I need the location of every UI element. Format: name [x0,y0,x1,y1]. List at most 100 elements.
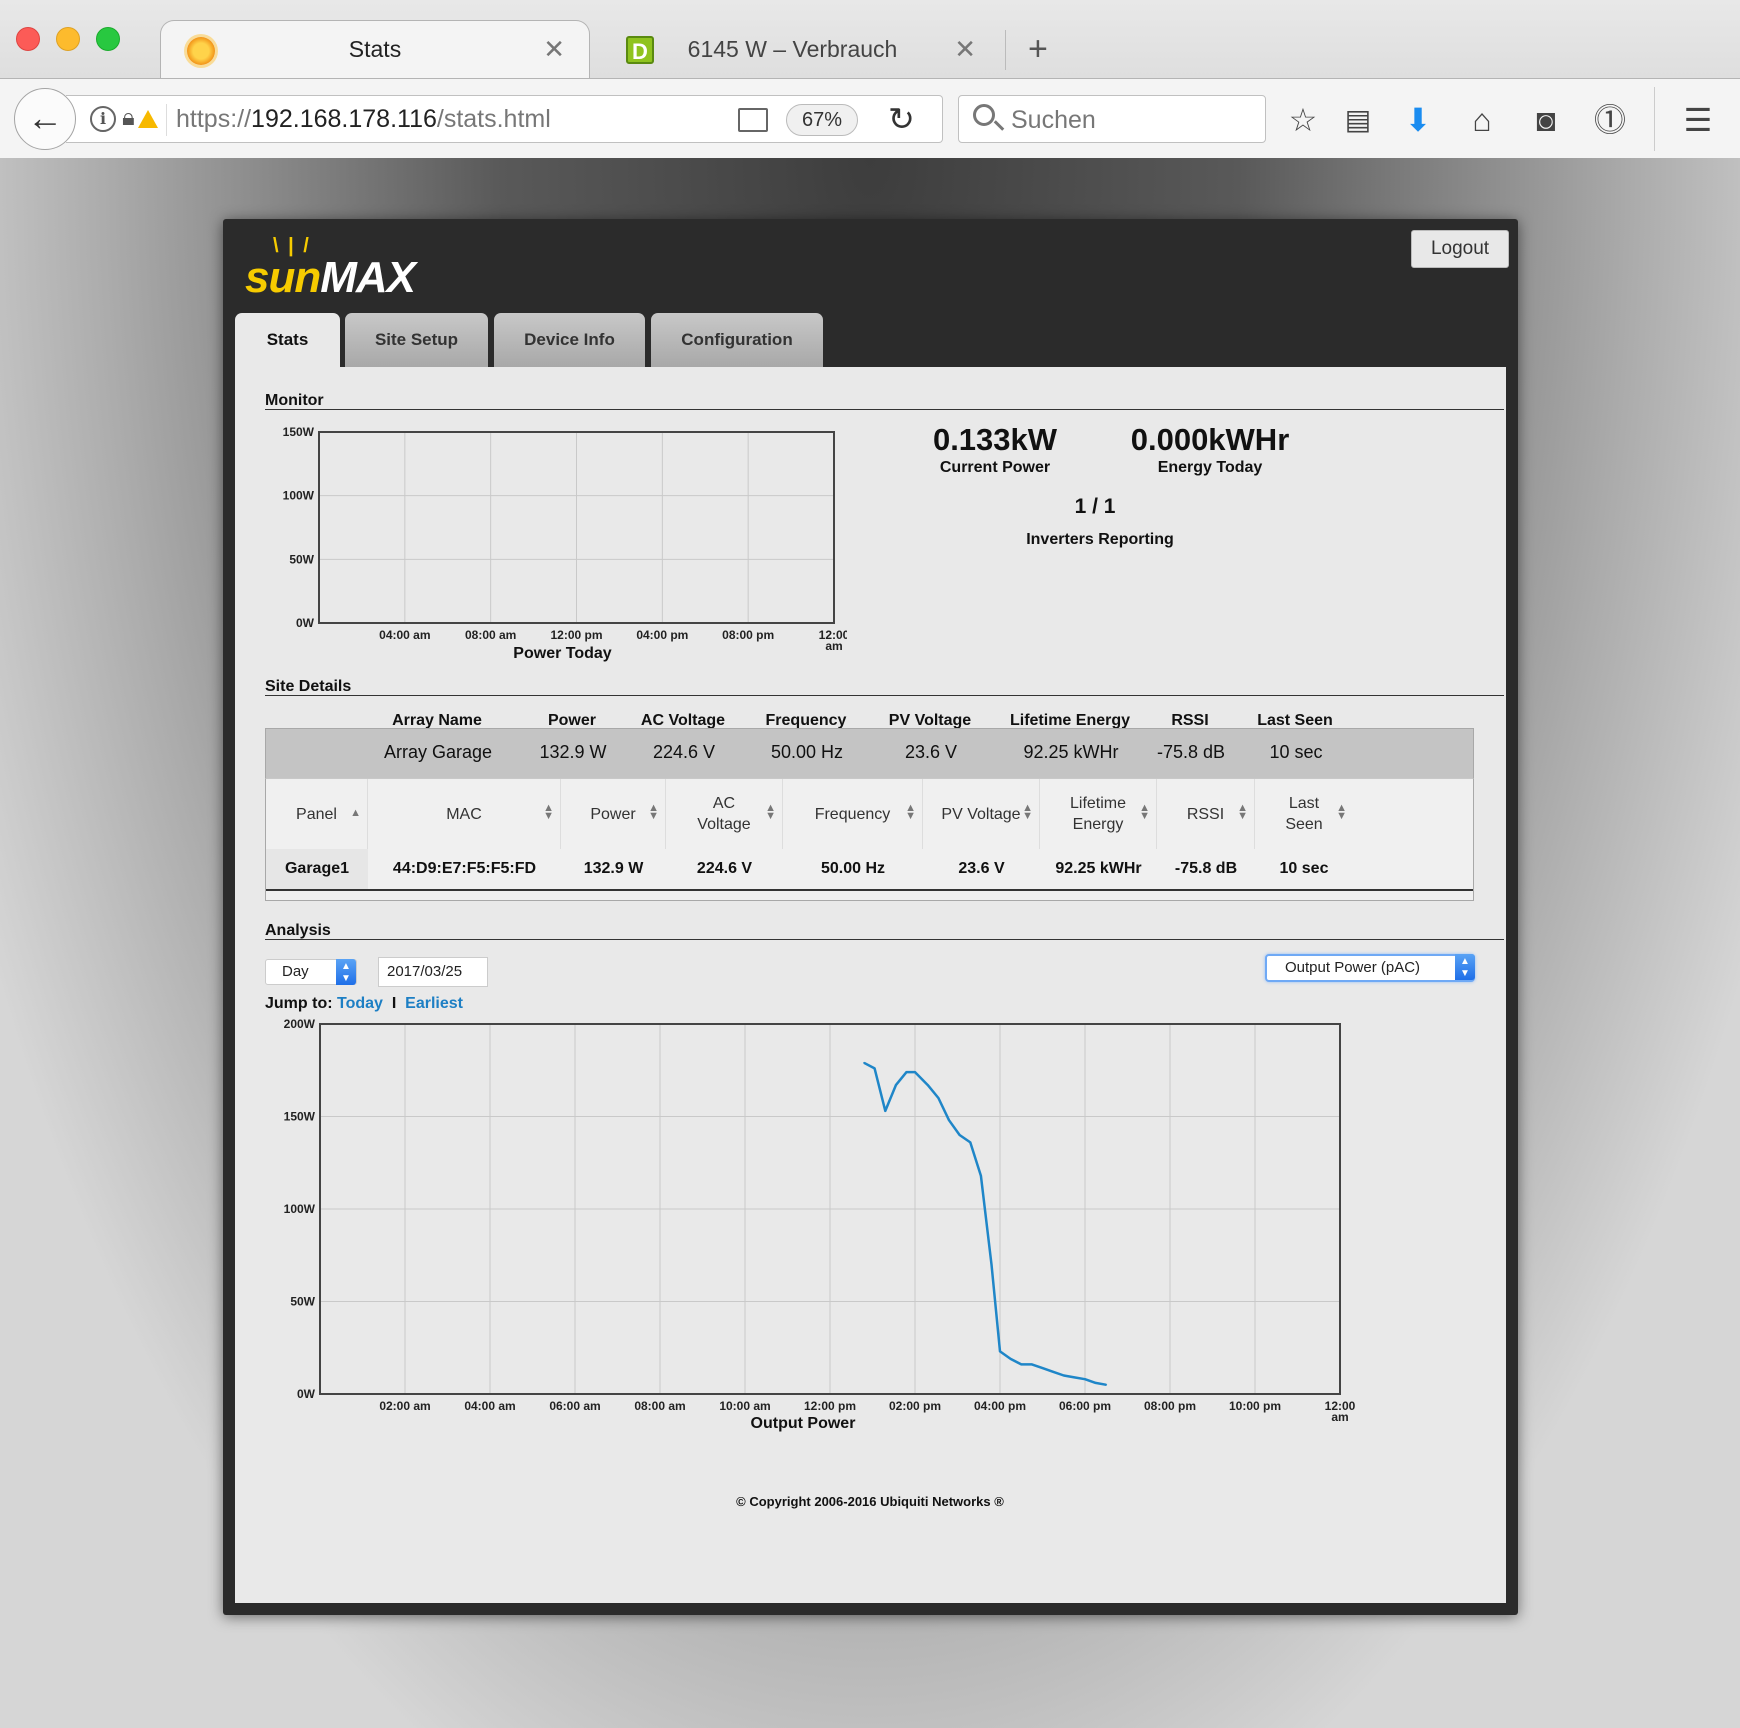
x-tick-label: 04:00 am [464,1399,515,1413]
bookmark-star-icon[interactable]: ☆ [1283,103,1323,137]
column-header-last-seen[interactable]: Last Seen ▲ ▼ [1255,779,1353,849]
x-tick-label: 04:00 am [379,628,430,642]
maximize-window-button[interactable] [96,27,120,51]
data-point [980,1174,982,1177]
column-header-power[interactable]: Power ▲ ▼ [561,779,666,849]
jump-today-link[interactable]: Today [337,995,383,1012]
tab-configuration[interactable]: Configuration [651,313,823,367]
tab-device-info[interactable]: Device Info [494,313,645,367]
x-tick-label: 12:00 pm [804,1399,856,1413]
cell-lifetime-energy: 92.25 kWHr [1055,860,1142,877]
array-lifetime-energy: 92.25 kWHr [1023,742,1119,762]
tab-site-setup[interactable]: Site Setup [345,313,488,367]
copyright: © Copyright 2006-2016 Ubiquiti Networks … [736,1494,1004,1509]
jump-earliest-link[interactable]: Earliest [405,995,463,1012]
y-tick-label: 100W [283,489,315,503]
column-header-mac[interactable]: MAC ▲ ▼ [368,779,561,849]
browser-chrome: Stats ✕ D 6145 W – Verbrauch ✕ + i 🔒︎ ht… [0,0,1740,158]
x-tick-label: am [825,639,842,653]
x-tick-label: 08:00 pm [722,628,774,642]
cell-frequency: 50.00 Hz [820,860,886,877]
url-text[interactable]: https://192.168.178.116/stats.html [176,105,551,134]
tab-stats[interactable]: Stats [235,313,340,367]
x-tick-label: 10:00 am [719,1399,770,1413]
x-tick-label: 08:00 pm [1144,1399,1196,1413]
bookmarks-list-icon[interactable]: ▤ [1338,103,1378,137]
download-icon[interactable]: ⬇ [1398,103,1438,137]
y-tick-label: 150W [283,425,315,439]
site-details-title: Site Details [265,678,352,695]
minimize-window-button[interactable] [56,27,80,51]
x-tick-label: 02:00 am [379,1399,430,1413]
password-manager-icon[interactable]: ⓵ [1590,103,1630,137]
chart-title: Power Today [513,645,612,662]
array-rssi: -75.8 dB [1156,742,1226,762]
energy-today-value: 0.000kWHr [1130,422,1290,457]
tab-separator [1005,30,1006,70]
column-header-lifetime-energy[interactable]: Lifetime Energy ▲ ▼ [1040,779,1157,849]
new-tab-button[interactable]: + [1028,30,1048,69]
zoom-level-badge[interactable]: 67% [786,104,858,136]
data-point [1063,1374,1065,1377]
metric-select[interactable]: Output Power (pAC) ▲ ▼ [1265,954,1475,982]
data-point [958,1134,961,1136]
browser-tab-stats[interactable]: Stats ✕ [160,20,590,78]
x-tick-label: 08:00 am [465,628,516,642]
section-rule [265,939,1504,940]
y-tick-label: 50W [290,1295,315,1309]
home-icon[interactable]: ⌂ [1462,103,1502,137]
array-summary-row[interactable]: Array Garage 132.9 W 224.6 V 50.00 Hz 23… [265,728,1474,778]
column-header-ac-voltage[interactable]: AC Voltage ▲ ▼ [666,779,783,849]
data-point [969,1141,972,1144]
chart-title: Output Power [750,1415,856,1432]
column-header-rssi[interactable]: RSSI ▲ ▼ [1157,779,1255,849]
section-rule [265,409,1504,410]
close-tab-icon[interactable]: ✕ [954,34,976,65]
info-icon[interactable]: i [90,106,116,132]
x-tick-label: 04:00 pm [974,1399,1026,1413]
pocket-icon[interactable]: ◙ [1526,103,1566,137]
column-header-panel[interactable]: Panel ▲ [266,779,368,849]
close-window-button[interactable] [16,27,40,51]
cell-mac: 44:D9:E7:F5:F5:FD [392,860,537,877]
reader-view-icon[interactable] [738,108,768,132]
sunmax-logo: \ | / sunMAX [245,235,416,302]
page-viewport: \ | / sunMAX Logout Stats Site Setup Dev… [0,158,1740,1728]
array-power: 132.9 W [539,742,607,762]
logout-button[interactable]: Logout [1411,230,1509,268]
reload-icon[interactable]: ↻ [888,100,915,138]
search-input[interactable]: Suchen [958,95,1266,143]
x-tick-label: 04:00 pm [636,628,688,642]
back-button[interactable]: ← [14,88,76,150]
data-point [884,1110,887,1112]
analysis-title: Analysis [265,922,331,939]
array-name: Array Garage [383,742,493,762]
current-power-label: Current Power [939,459,1051,476]
monitor-title: Monitor [265,392,324,409]
y-tick-label: 150W [284,1110,316,1124]
menu-icon[interactable]: ☰ [1678,103,1718,137]
data-point [927,1084,929,1086]
output-power-chart: 200W 150W 100W 50W 0W 02:00 am 04:00 am 06:00 a… [284,1017,1356,1424]
sunmax-app: \ | / sunMAX Logout Stats Site Setup Dev… [223,219,1518,1615]
inverters-label: Inverters Reporting [1026,531,1174,548]
array-ac-voltage: 224.6 V [652,742,716,762]
y-tick-label: 0W [296,616,315,630]
x-tick-label: 02:00 pm [889,1399,941,1413]
column-header-frequency[interactable]: Frequency ▲ ▼ [783,779,923,849]
array-frequency: 50.00 Hz [770,742,844,762]
data-point [863,1062,865,1064]
period-select[interactable]: Day ▲ ▼ [265,959,357,985]
browser-tab-verbrauch[interactable]: D 6145 W – Verbrauch ✕ [600,20,1000,78]
close-tab-icon[interactable]: ✕ [543,34,565,65]
url-bar[interactable]: i 🔒︎ https://192.168.178.116/stats.html … [66,95,943,143]
data-point [873,1067,876,1070]
x-tick-label: 06:00 am [549,1399,600,1413]
lock-icon[interactable]: 🔒︎ [122,104,135,132]
column-header-pv-voltage[interactable]: PV Voltage ▲ ▼ [923,779,1040,849]
cell-panel[interactable]: Garage1 [266,849,368,889]
tab-title: Stats [348,36,402,62]
data-point [1105,1384,1108,1386]
data-point [990,1263,993,1266]
date-input[interactable]: 2017/03/25 [378,957,488,987]
